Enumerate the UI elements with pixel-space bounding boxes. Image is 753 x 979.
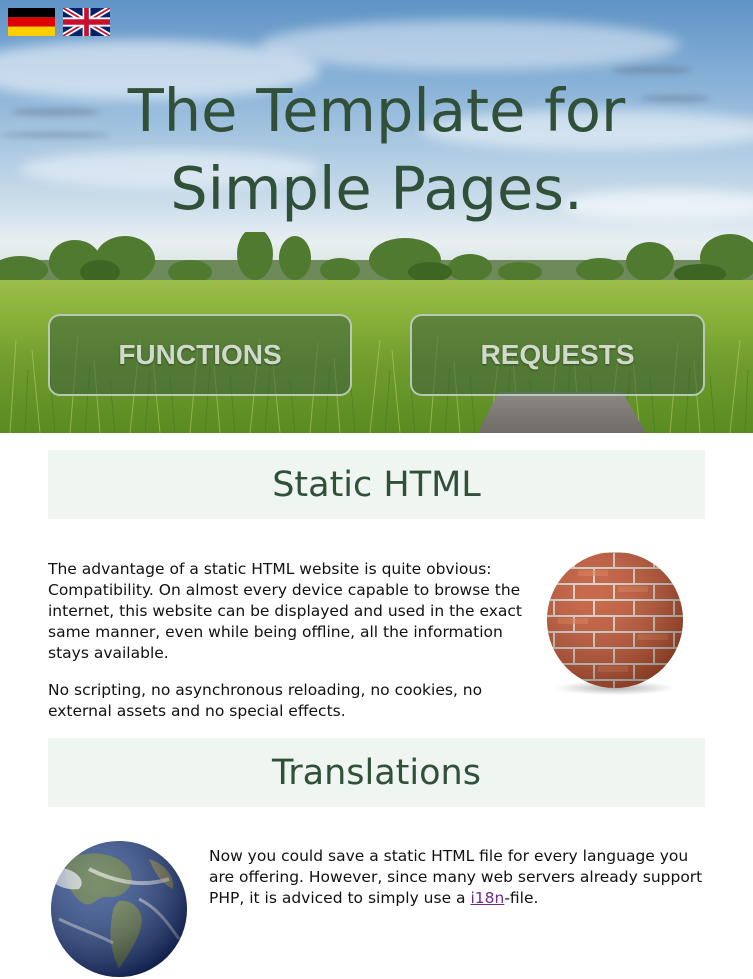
requests-button-label: REQUESTS — [480, 339, 635, 370]
translations-text-after-link: -file. — [504, 889, 539, 907]
section-title: Translations — [272, 752, 481, 793]
boardwalk — [478, 392, 646, 433]
germany-flag-icon — [8, 8, 55, 36]
page-title: The Template for Simple Pages. — [0, 72, 753, 228]
cloud — [260, 20, 680, 70]
title-line-1: The Template for — [127, 76, 626, 145]
static-html-paragraph-2: No scripting, no asynchronous reloading,… — [48, 681, 483, 720]
section-heading-translations: Translations — [48, 738, 705, 807]
requests-button[interactable]: REQUESTS — [410, 314, 705, 396]
uk-flag-icon — [61, 5, 112, 39]
translations-text-before-link: Now you could save a static HTML file fo… — [209, 847, 703, 907]
functions-button-label: FUNCTIONS — [118, 339, 282, 370]
brick-wall-image — [547, 552, 683, 695]
language-german-button[interactable] — [8, 8, 55, 36]
title-line-2: Simple Pages. — [170, 154, 583, 223]
translations-paragraph: Now you could save a static HTML file fo… — [209, 846, 709, 909]
section-title: Static HTML — [272, 464, 481, 505]
earth-globe-image — [51, 841, 187, 977]
section-heading-static-html: Static HTML — [48, 450, 705, 519]
i18n-link[interactable]: i18n — [470, 889, 504, 907]
language-english-button[interactable] — [61, 5, 112, 39]
functions-button[interactable]: FUNCTIONS — [48, 314, 352, 396]
static-html-paragraph-1: The advantage of a static HTML website i… — [48, 560, 522, 662]
